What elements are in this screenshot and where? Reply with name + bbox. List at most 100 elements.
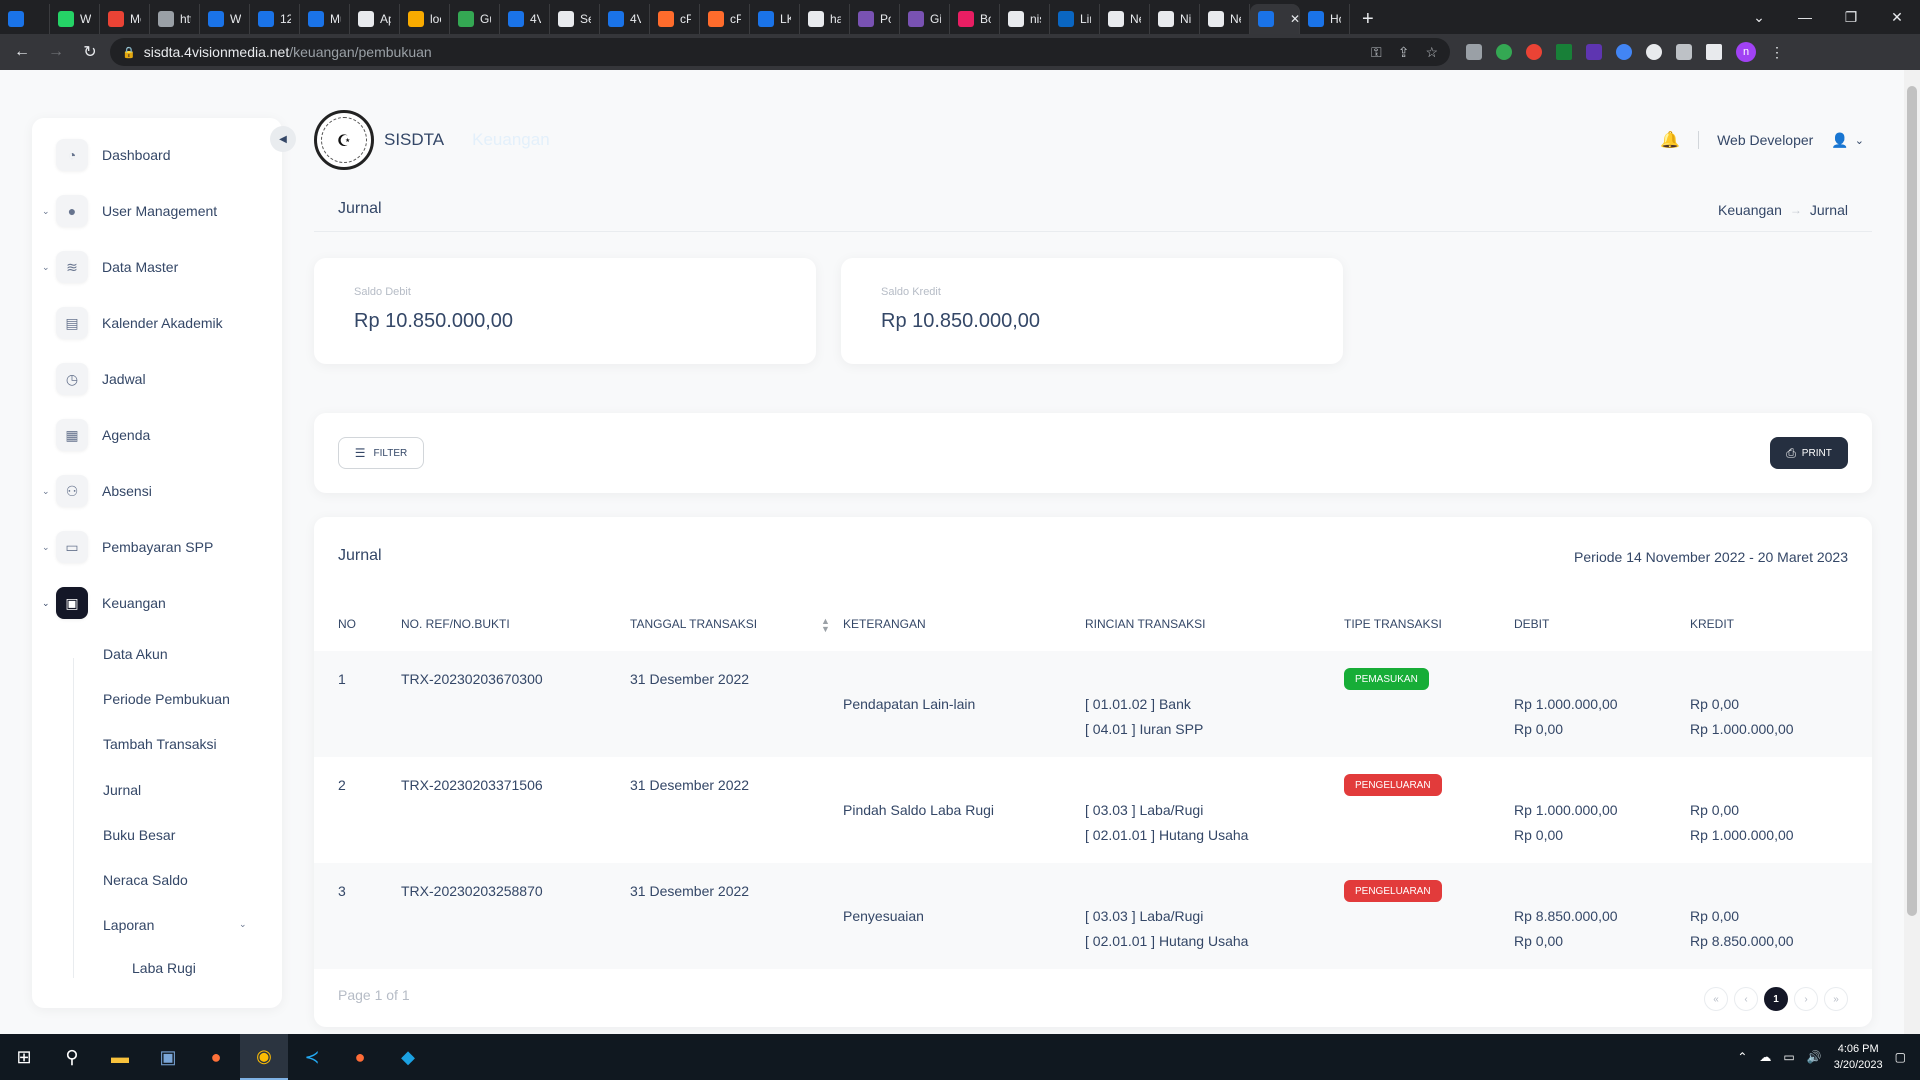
breadcrumb-item[interactable]: Keuangan [1718, 202, 1782, 218]
column-header-ref[interactable]: NO. REF/NO.BUKTI [401, 617, 510, 631]
column-header-debit[interactable]: DEBIT [1514, 617, 1549, 631]
sidebar-collapse-button[interactable]: ◀ [270, 126, 296, 152]
browser-tab[interactable]: ✕ [1250, 4, 1300, 34]
new-tab-button[interactable]: + [1350, 4, 1386, 34]
submenu-item-laporan[interactable]: Laporan [103, 917, 154, 933]
browser-tab[interactable]: Port [850, 4, 900, 34]
share-icon[interactable]: ⇪ [1398, 44, 1410, 61]
app-icon[interactable]: ▣ [144, 1034, 192, 1080]
browser-tab[interactable]: http [150, 4, 200, 34]
search-icon[interactable]: ⚲ [48, 1034, 96, 1080]
puzzle-icon[interactable] [1676, 44, 1692, 60]
sidebar-item-kalender-akademik[interactable]: ▤ Kalender Akademik [32, 303, 282, 343]
minimize-icon[interactable]: — [1782, 9, 1828, 25]
clock[interactable]: 4:06 PM 3/20/2023 [1834, 1041, 1883, 1073]
scrollbar-thumb[interactable] [1907, 86, 1917, 916]
column-header-no[interactable]: NO [338, 617, 356, 631]
extension-icon[interactable] [1616, 44, 1632, 60]
address-bar[interactable]: 🔒 sisdta.4visionmedia.net/keuangan/pembu… [110, 38, 1450, 66]
sidebar-item-data-master[interactable]: ⌄ ≋ Data Master [32, 247, 282, 287]
browser-tab[interactable]: Wh [50, 4, 100, 34]
sidebar-item-absensi[interactable]: ⌄ ⚇ Absensi [32, 471, 282, 511]
submenu-item-data-akun[interactable]: Data Akun [103, 646, 168, 662]
browser-tab[interactable]: LK-L [750, 4, 800, 34]
browser-tab[interactable]: Link [1050, 4, 1100, 34]
sidebar-item-agenda[interactable]: ▦ Agenda [32, 415, 282, 455]
submenu-item-periode-pembukuan[interactable]: Periode Pembukuan [103, 691, 230, 707]
submenu-item-jurnal[interactable]: Jurnal [103, 782, 141, 798]
back-icon[interactable]: ← [8, 38, 36, 66]
star-icon[interactable]: ☆ [1425, 44, 1438, 61]
user-name[interactable]: Web Developer [1717, 132, 1813, 148]
sidebar-item-pembayaran-spp[interactable]: ⌄ ▭ Pembayaran SPP [32, 527, 282, 567]
chevron-up-icon[interactable]: ⌃ [1737, 1050, 1747, 1064]
column-header-keterangan[interactable]: KETERANGAN [843, 617, 926, 631]
browser-tab[interactable]: cPar [700, 4, 750, 34]
sidepanel-icon[interactable] [1706, 44, 1722, 60]
key-icon[interactable]: ⚿ [1371, 44, 1382, 61]
postman-icon[interactable]: ● [336, 1034, 384, 1080]
submenu-item-laba-rugi[interactable]: Laba Rugi [132, 960, 196, 976]
prev-page-button[interactable]: ‹ [1734, 987, 1758, 1011]
restore-icon[interactable]: ❐ [1828, 9, 1874, 26]
sidebar-item-keuangan[interactable]: ⌄ ▣ Keuangan [32, 583, 282, 623]
browser-tab[interactable]: Mul [300, 4, 350, 34]
network-icon[interactable]: ▭ [1783, 1050, 1794, 1064]
browser-tab[interactable]: 4VM [500, 4, 550, 34]
first-page-button[interactable]: « [1704, 987, 1728, 1011]
print-button[interactable]: ⎙ PRINT [1770, 437, 1848, 469]
column-header-rincian[interactable]: RINCIAN TRANSAKSI [1085, 617, 1205, 631]
page-scrollbar[interactable] [1904, 70, 1920, 1034]
tab-search-icon[interactable]: ⌄ [1736, 9, 1782, 26]
app-icon[interactable]: ◆ [384, 1034, 432, 1080]
browser-tab[interactable]: Hon [1300, 4, 1350, 34]
browser-tab[interactable]: Nisa [1150, 4, 1200, 34]
cloud-icon[interactable]: ☁ [1759, 1050, 1771, 1064]
browser-tab[interactable]: loca [400, 4, 450, 34]
submenu-item-buku-besar[interactable]: Buku Besar [103, 827, 175, 843]
browser-tab[interactable]: Box [950, 4, 1000, 34]
notification-icon[interactable]: ▢ [1895, 1050, 1906, 1064]
browser-tab[interactable]: Mo [100, 4, 150, 34]
extension-icon[interactable] [1646, 44, 1662, 60]
browser-tab[interactable]: Nev [1100, 4, 1150, 34]
profile-avatar[interactable]: n [1736, 42, 1756, 62]
close-icon[interactable]: ✕ [1290, 12, 1299, 26]
extension-icon[interactable] [1466, 44, 1482, 60]
last-page-button[interactable]: » [1824, 987, 1848, 1011]
extension-icon[interactable] [1556, 44, 1572, 60]
menu-icon[interactable]: ⋮ [1770, 44, 1784, 61]
column-header-tipe[interactable]: TIPE TRANSAKSI [1344, 617, 1442, 631]
extension-icon[interactable] [1586, 44, 1602, 60]
filter-button[interactable]: ☰ FILTER [338, 437, 424, 469]
sidebar-item-jadwal[interactable]: ◷ Jadwal [32, 359, 282, 399]
browser-tab[interactable]: Guil [450, 4, 500, 34]
browser-tab[interactable]: 4VM [600, 4, 650, 34]
submenu-item-neraca-saldo[interactable]: Neraca Saldo [103, 872, 188, 888]
reload-icon[interactable]: ↻ [76, 38, 104, 66]
browser-tab[interactable]: Apli [350, 4, 400, 34]
browser-tab[interactable]: Wid [200, 4, 250, 34]
browser-tab[interactable]: nisa [1000, 4, 1050, 34]
column-header-kredit[interactable]: KREDIT [1690, 617, 1734, 631]
page-1-button[interactable]: 1 [1764, 987, 1788, 1011]
submenu-item-tambah-transaksi[interactable]: Tambah Transaksi [103, 736, 217, 752]
next-page-button[interactable]: › [1794, 987, 1818, 1011]
browser-tab[interactable]: Gith [900, 4, 950, 34]
close-window-icon[interactable]: ✕ [1874, 9, 1920, 26]
bell-icon[interactable]: 🔔 [1660, 130, 1680, 150]
extension-icon[interactable] [1526, 44, 1542, 60]
sidebar-item-user-management[interactable]: ⌄ ● User Management [32, 191, 282, 231]
vscode-icon[interactable]: ≺ [288, 1034, 336, 1080]
browser-tab[interactable] [0, 4, 50, 34]
browser-tab[interactable]: Nev [1200, 4, 1250, 34]
browser-tab[interactable]: cPar [650, 4, 700, 34]
windows-start-icon[interactable]: ⊞ [0, 1034, 48, 1080]
volume-icon[interactable]: 🔊 [1807, 1050, 1822, 1064]
sort-icon[interactable]: ▲ ▼ [821, 617, 830, 634]
chrome-icon[interactable]: ◉ [240, 1034, 288, 1080]
column-header-tanggal[interactable]: TANGGAL TRANSAKSI [630, 617, 757, 631]
forward-icon[interactable]: → [42, 38, 70, 66]
user-menu[interactable]: 👤 ⌄ [1831, 132, 1864, 149]
firefox-icon[interactable]: ● [192, 1034, 240, 1080]
